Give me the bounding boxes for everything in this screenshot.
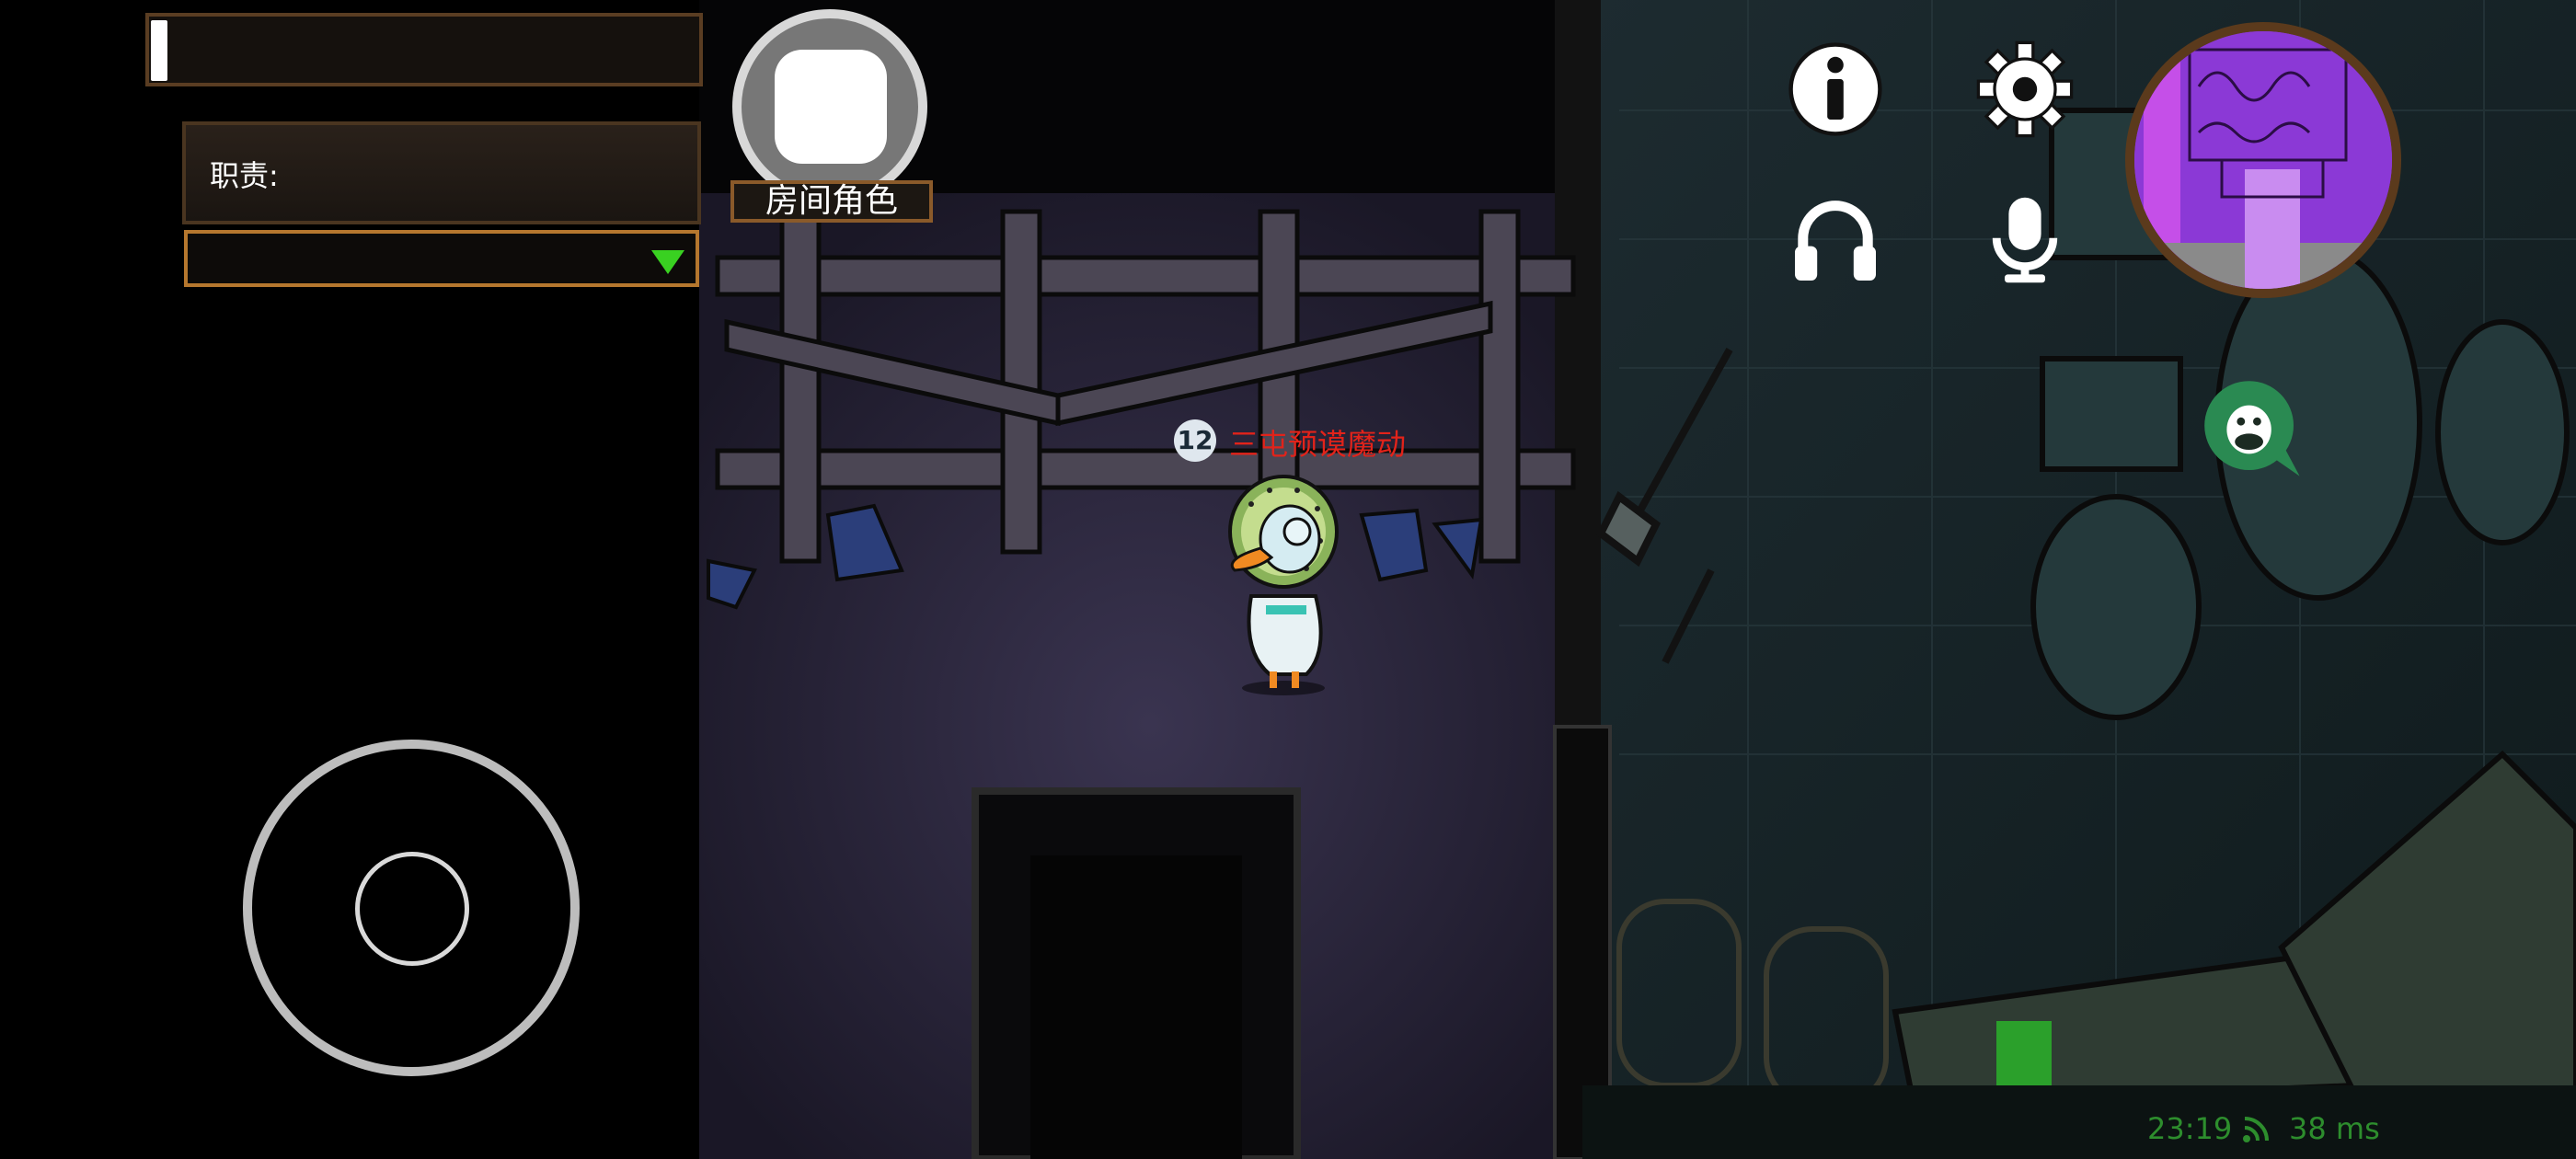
minimap[interactable]: [2125, 22, 2401, 298]
status-ping: 38 ms: [2289, 1111, 2380, 1146]
chat-icon[interactable]: [2202, 379, 2304, 480]
status-time: 23:19: [2147, 1111, 2233, 1146]
wifi-icon: [2243, 1117, 2269, 1142]
player-number-badge: 12: [1174, 419, 1216, 462]
player-goose-avatar[interactable]: [1214, 467, 1352, 697]
gear-icon[interactable]: [1974, 39, 2076, 140]
game-screen: 职责: 房间角色 12 三屯预谟魔动 23:19 38 ms: [0, 0, 2576, 1159]
room-role-label[interactable]: 房间角色: [730, 180, 933, 223]
room-role-avatar: [775, 50, 887, 164]
microphone-icon[interactable]: [1974, 189, 2076, 291]
player-name: 三屯预谟魔动: [1229, 427, 1407, 462]
task-progress-bar: [145, 13, 703, 86]
role-label: 职责:: [210, 158, 279, 193]
headphones-icon[interactable]: [1785, 189, 1886, 291]
info-icon[interactable]: [1785, 39, 1886, 140]
dropdown-arrow-icon[interactable]: [651, 250, 684, 274]
minimap-layout: [2134, 31, 2392, 289]
role-dropdown[interactable]: [184, 230, 699, 287]
task-progress-handle: [151, 20, 167, 81]
joystick-knob[interactable]: [355, 852, 469, 966]
